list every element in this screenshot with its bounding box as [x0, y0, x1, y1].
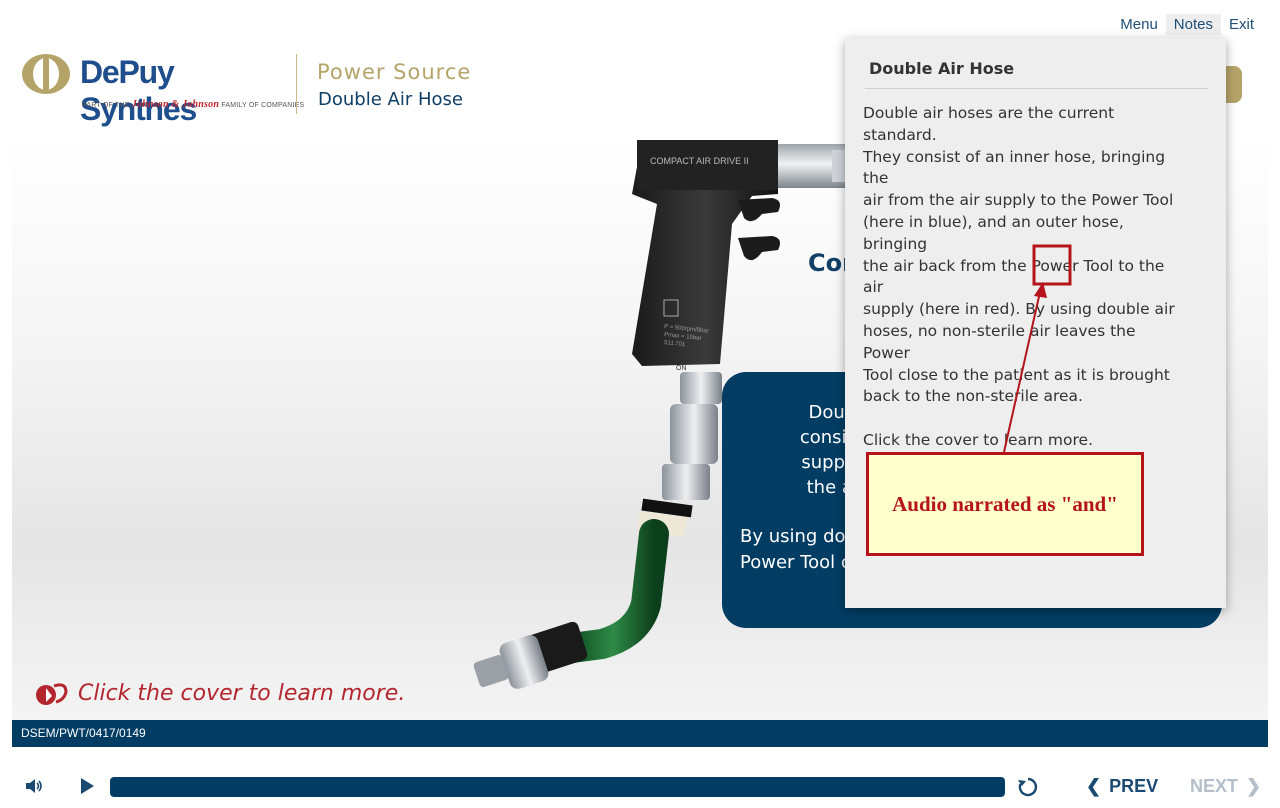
document-code-bar: DSEM/PWT/0417/0149 [12, 720, 1268, 747]
notes-title: Double Air Hose [869, 59, 1015, 78]
logo-mark-icon [22, 54, 70, 94]
course-player: Menu Notes Exit DePuy Synthes PART OF TH… [0, 0, 1280, 808]
notes-divider [865, 88, 1208, 89]
section-title: Power Source [317, 60, 472, 84]
header-divider [296, 54, 297, 114]
tool-brand-label: COMPACT AIR DRIVE II [650, 156, 749, 166]
document-code: DSEM/PWT/0417/0149 [21, 726, 146, 740]
exit-link[interactable]: Exit [1221, 14, 1262, 35]
volume-icon[interactable] [24, 776, 44, 796]
logo-wordmark: DePuy Synthes [80, 54, 197, 127]
pointer-hand-icon [36, 683, 68, 705]
notes-cta: Click the cover to learn more. [863, 431, 1093, 450]
learn-more-text: Click the cover to learn more. [78, 680, 406, 706]
logo-tagline: PART OF THE Johnson & Johnson FAMILY OF … [82, 99, 305, 110]
chevron-left-icon: ❮ [1086, 776, 1102, 796]
learn-more[interactable]: Click the cover to learn more. [34, 680, 405, 706]
chevron-right-icon: ❯ [1246, 776, 1262, 796]
prev-button[interactable]: ❮ PREV [1086, 776, 1158, 797]
annotation-text: Audio narrated as "and" [892, 491, 1118, 516]
page-title: Double Air Hose [318, 89, 463, 110]
notes-paragraph: Double air hoses are the current standar… [863, 104, 1175, 406]
progress-bar[interactable] [110, 777, 1005, 797]
next-button[interactable]: NEXT ❯ [1190, 776, 1261, 797]
play-icon[interactable] [78, 777, 96, 795]
notes-body: Double air hoses are the current standar… [863, 103, 1183, 452]
replay-icon[interactable] [1017, 776, 1039, 798]
annotation-callout: Audio narrated as "and" [866, 452, 1144, 556]
tool-on-label: ON [676, 365, 687, 372]
top-nav: Menu Notes Exit [1112, 14, 1262, 35]
notes-link[interactable]: Notes [1165, 14, 1221, 35]
menu-link[interactable]: Menu [1112, 14, 1166, 35]
depuy-synthes-logo: DePuy Synthes PART OF THE Johnson & John… [20, 52, 304, 127]
